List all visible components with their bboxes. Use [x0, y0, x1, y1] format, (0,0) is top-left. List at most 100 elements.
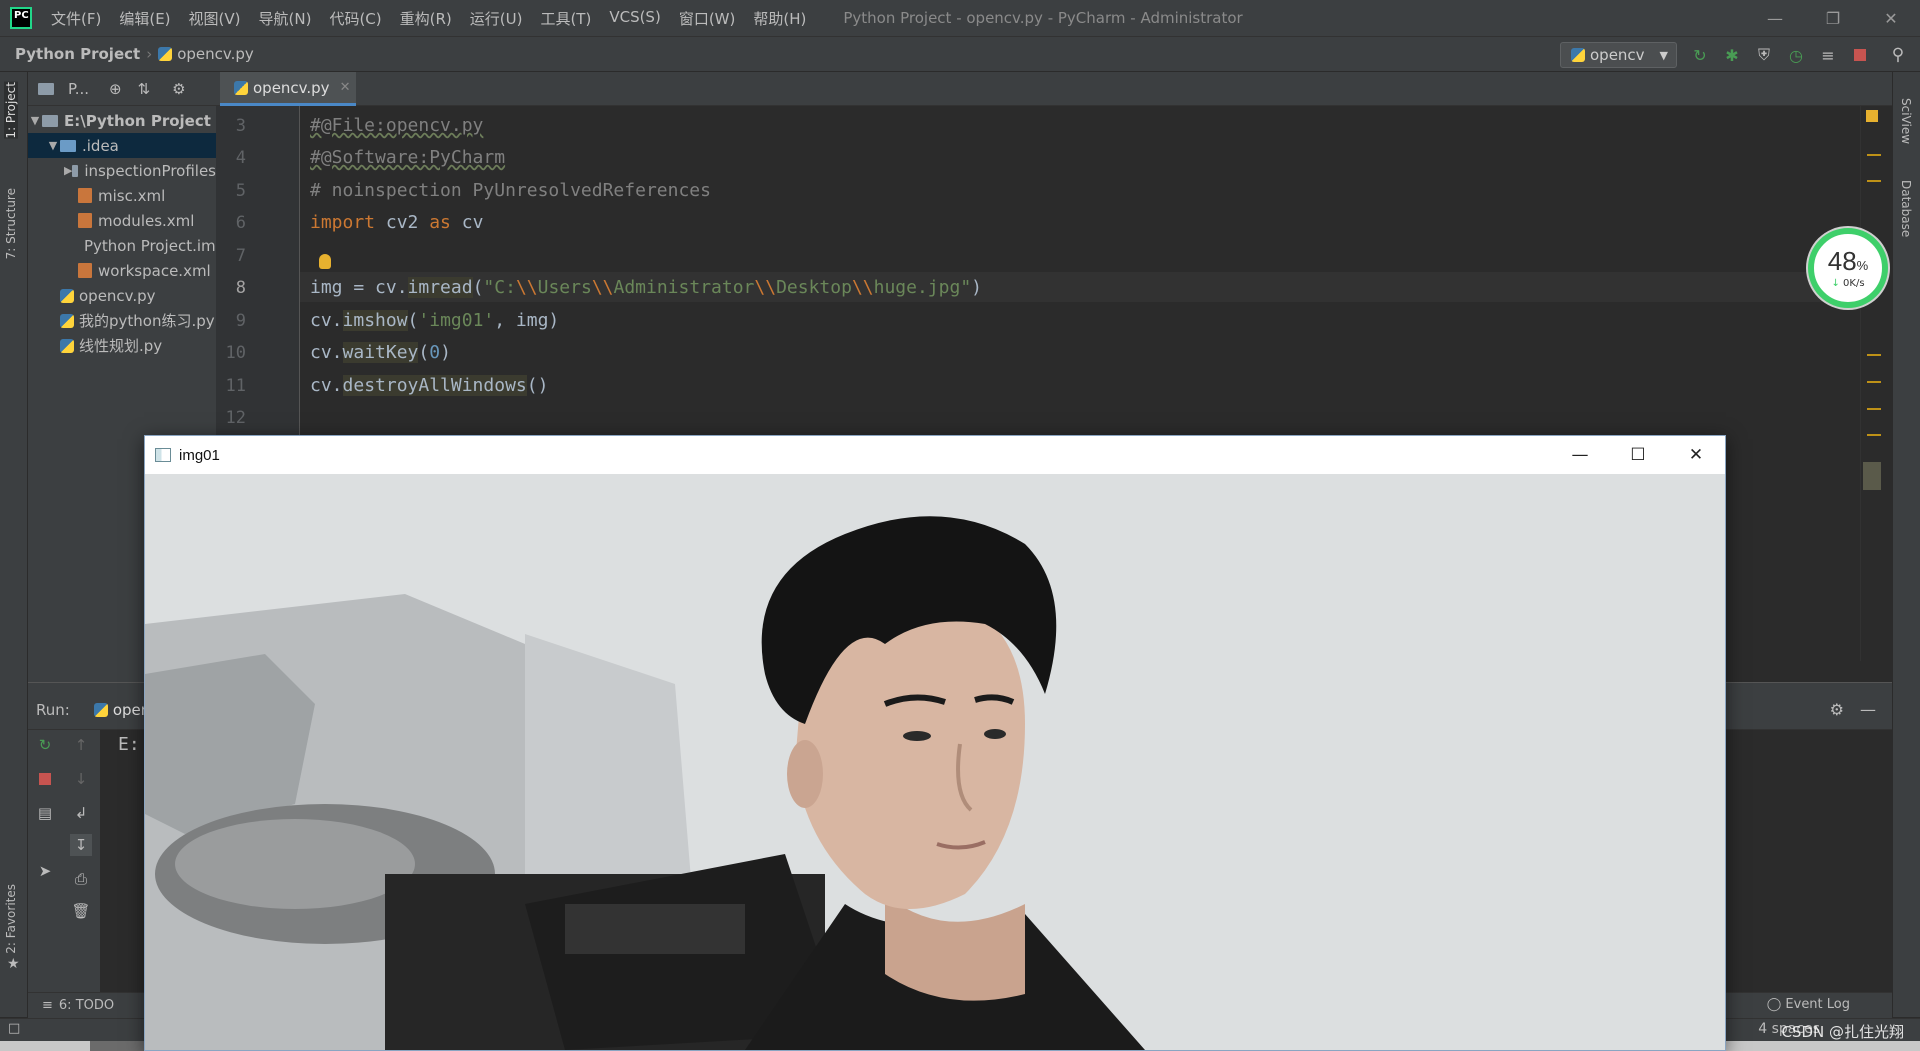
tree-item[interactable]: ▶ inspectionProfiles [28, 158, 216, 183]
string-literal: 'img01' [418, 310, 495, 331]
menu-refactor[interactable]: 重构(R) [391, 8, 461, 29]
lightbulb-icon[interactable] [319, 254, 331, 269]
soft-wrap-icon[interactable]: ↲ [70, 802, 92, 824]
menu-window[interactable]: 窗口(W) [670, 8, 745, 29]
menu-vcs[interactable]: VCS(S) [600, 8, 669, 29]
tab-structure[interactable]: 7: Structure [4, 188, 18, 259]
tab-database[interactable]: Database [1899, 180, 1913, 237]
run-config-selector[interactable]: opencv ▼ [1560, 42, 1677, 68]
error-stripe-marker[interactable] [1867, 180, 1881, 182]
minimize-icon[interactable]: — [1551, 436, 1609, 474]
error-stripe-marker[interactable] [1867, 154, 1881, 156]
minimize-icon[interactable]: — [1746, 0, 1804, 36]
close-tab-icon[interactable]: ✕ [340, 80, 351, 95]
chevron-right-icon[interactable]: ▶ [64, 164, 72, 177]
tree-item[interactable]: ▼ .idea [28, 133, 216, 158]
code-line-6: import cv2 as cv [310, 212, 483, 233]
cv-window-titlebar[interactable]: img01 — ☐ ✕ [145, 436, 1725, 474]
scroll-up-icon[interactable]: ↑ [70, 734, 92, 756]
tree-item[interactable]: modules.xml [28, 208, 216, 233]
breadcrumb-project[interactable]: Python Project [15, 45, 140, 63]
pin-icon[interactable]: ➤ [34, 860, 56, 882]
menu-tools[interactable]: 工具(T) [531, 8, 600, 29]
search-everywhere-icon[interactable]: ⚲ [1886, 43, 1910, 67]
collapse-all-icon[interactable]: ⇅ [138, 80, 151, 98]
scroll-to-end-icon[interactable]: ↧ [70, 834, 92, 856]
function-name: imread [407, 277, 473, 298]
error-stripe-marker[interactable] [1867, 354, 1881, 356]
gear-icon[interactable]: ⚙ [1830, 700, 1844, 719]
tree-item[interactable]: 线性规划.py [28, 333, 216, 358]
scroll-down-icon[interactable]: ↓ [70, 768, 92, 790]
tree-item[interactable]: 我的python练习.py [28, 308, 216, 333]
tree-item[interactable]: misc.xml [28, 183, 216, 208]
gear-icon[interactable]: ⚙ [172, 80, 185, 98]
run-toolbar: ↻ ✱ ⛨ ◷ ≡ [1688, 43, 1872, 67]
network-gauge-widget[interactable]: 48% ↓ 0K/s [1808, 228, 1888, 308]
run-side-toolbar: ↻ ↑ ↓ ▤ ↲ ↧ ➤ ⎙ 🗑 [28, 730, 100, 992]
menu-view[interactable]: 视图(V) [180, 8, 250, 29]
breadcrumb-file[interactable]: opencv.py [177, 45, 254, 63]
restore-icon[interactable]: ❐ [1804, 0, 1862, 36]
folder-icon [42, 114, 58, 127]
tree-item[interactable]: ▼ E:\Python Project [28, 108, 216, 133]
maximize-icon[interactable]: ☐ [1609, 436, 1667, 474]
pycharm-logo-icon [10, 7, 32, 29]
menu-edit[interactable]: 编辑(E) [110, 8, 179, 29]
error-stripe-marker[interactable] [1867, 381, 1881, 383]
tab-favorites[interactable]: 2: Favorites [4, 884, 18, 954]
folder-icon [38, 82, 54, 95]
trash-icon[interactable]: 🗑 [70, 900, 92, 922]
tab-sciview[interactable]: SciView [1899, 98, 1913, 144]
print-icon[interactable]: ⎙ [70, 868, 92, 890]
menu-navigate[interactable]: 导航(N) [250, 8, 321, 29]
warning-indicator-icon[interactable] [1866, 110, 1878, 122]
gauge-speed: ↓ 0K/s [1831, 278, 1864, 289]
tab-event-log[interactable]: ◯ Event Log [1767, 997, 1850, 1012]
tab-project[interactable]: 1: Project [4, 82, 18, 139]
error-stripe-marker[interactable] [1867, 408, 1881, 410]
coverage-shield-icon[interactable]: ⛨ [1752, 43, 1776, 67]
menu-file[interactable]: 文件(F) [42, 8, 110, 29]
rerun-icon[interactable]: ↻ [1688, 43, 1712, 67]
photo-illustration [145, 474, 1725, 1050]
opencv-image-window[interactable]: img01 — ☐ ✕ [144, 435, 1726, 1051]
scroll-thumb[interactable] [1863, 462, 1881, 490]
tree-item[interactable]: workspace.xml [28, 258, 216, 283]
rerun-icon[interactable]: ↻ [34, 734, 56, 756]
xml-file-icon [78, 213, 92, 228]
line-number: 6 [235, 213, 246, 233]
project-view-selector[interactable]: P... [68, 80, 89, 98]
tab-todo[interactable]: 6: TODO [59, 998, 114, 1013]
tab-opencv-py[interactable]: opencv.py ✕ [220, 72, 356, 106]
error-stripe-marker[interactable] [1867, 434, 1881, 436]
concurrency-icon[interactable]: ≡ [1816, 43, 1840, 67]
tree-item[interactable]: opencv.py [28, 283, 216, 308]
close-icon[interactable]: ✕ [1667, 436, 1725, 474]
chevron-down-icon[interactable]: ▼ [28, 114, 42, 127]
cv-window-controls: — ☐ ✕ [1551, 436, 1725, 474]
close-icon[interactable]: ✕ [1862, 0, 1920, 36]
layout-icon[interactable]: ▤ [34, 802, 56, 824]
tree-item[interactable]: Python Project.iml [28, 233, 216, 258]
tree-item-label: modules.xml [98, 211, 195, 230]
stop-icon[interactable] [1848, 43, 1872, 67]
layout-toggle-icon[interactable]: □ [8, 1021, 20, 1036]
cv-window-title: img01 [179, 446, 220, 464]
title-bar: 文件(F) 编辑(E) 视图(V) 导航(N) 代码(C) 重构(R) 运行(U… [0, 0, 1920, 36]
python-file-icon [234, 80, 248, 95]
hide-panel-icon[interactable]: — [1860, 700, 1876, 719]
menu-help[interactable]: 帮助(H) [744, 8, 815, 29]
folder-icon [60, 139, 76, 152]
code-line-11: cv.destroyAllWindows() [310, 375, 548, 396]
menu-run[interactable]: 运行(U) [461, 8, 532, 29]
chevron-down-icon[interactable]: ▼ [46, 139, 60, 152]
profile-icon[interactable]: ◷ [1784, 43, 1808, 67]
stop-icon[interactable] [34, 768, 56, 790]
debug-bug-icon[interactable]: ✱ [1720, 43, 1744, 67]
editor-scrollbar[interactable] [1860, 106, 1892, 661]
code-line-9: cv.imshow('img01', img) [310, 310, 559, 331]
line-number: 7 [235, 246, 246, 266]
locate-target-icon[interactable]: ⊕ [109, 80, 122, 98]
menu-code[interactable]: 代码(C) [320, 8, 390, 29]
